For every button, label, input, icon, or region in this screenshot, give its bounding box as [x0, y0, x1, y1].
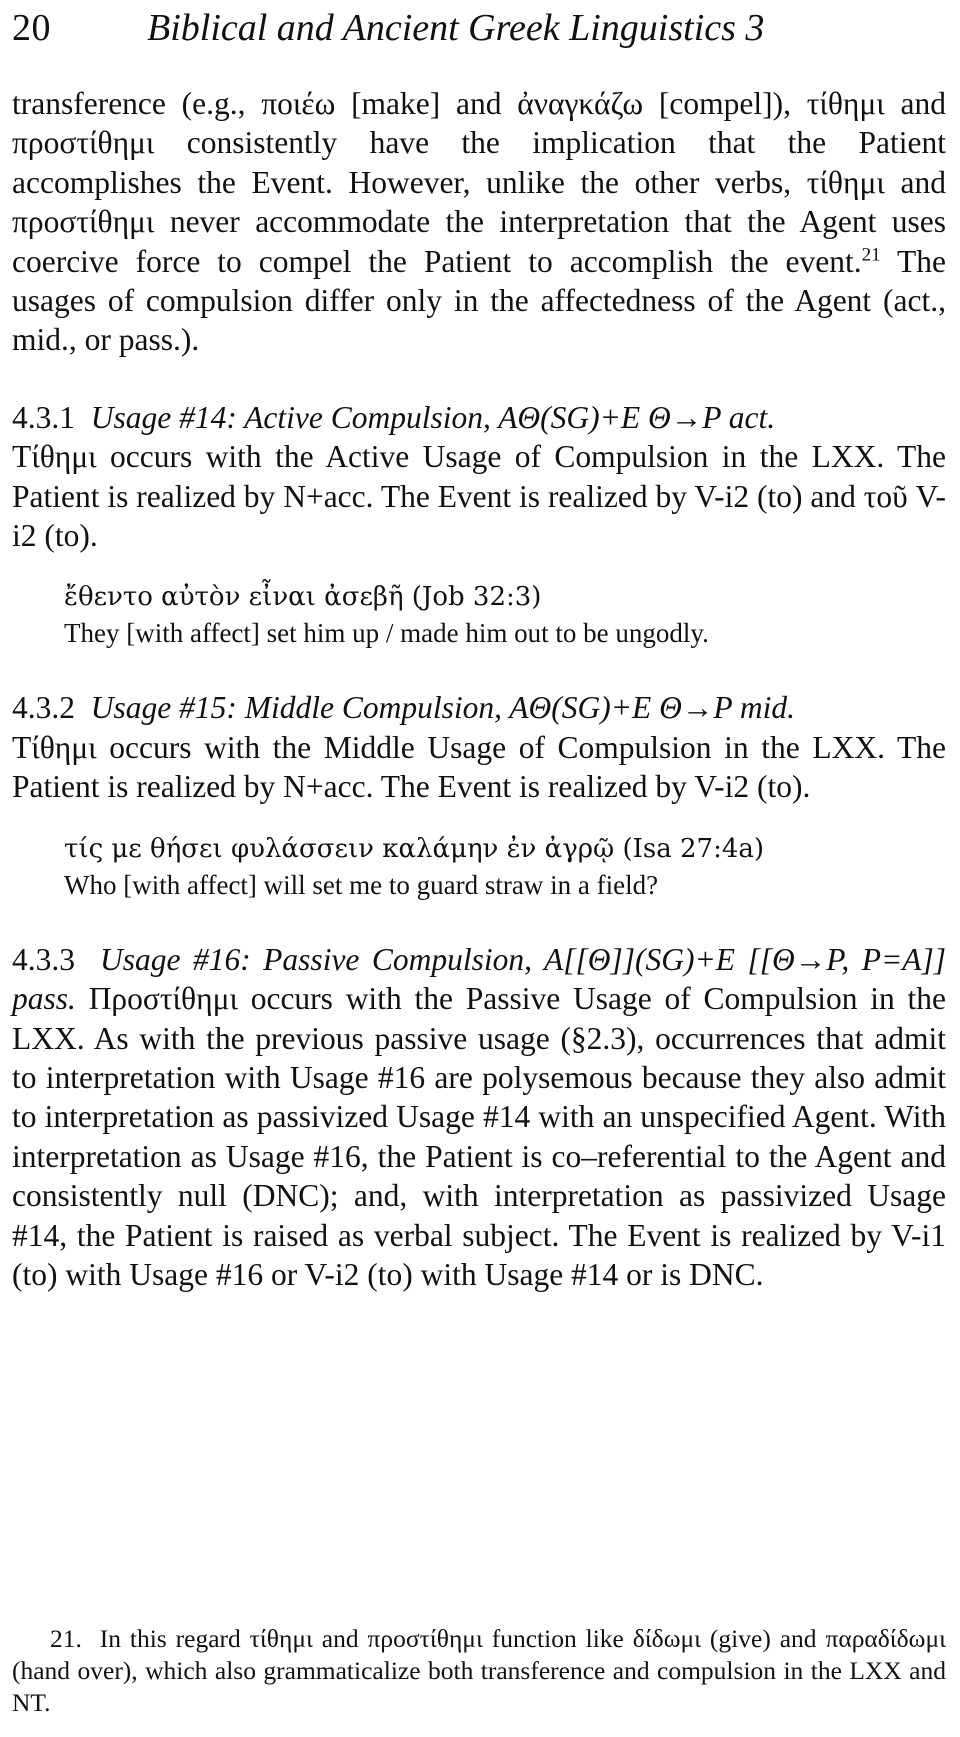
footnote-number: 21. [50, 1624, 82, 1653]
section-4-3-3: 4.3.3 Usage #16: Passive Compulsion, A[[… [12, 940, 946, 1295]
section-4-3-1-title: Usage #14: Active Compulsion, AΘ(SG)+E Θ… [90, 399, 776, 435]
example-greek-text: τίς με θήσει φυλάσσειν καλάμην ἐν ἀγρῷ (… [64, 833, 765, 864]
example-gloss-text: Who [with affect] will set me to guard s… [64, 869, 659, 900]
section-4-3-2-heading: 4.3.2 Usage #15: Middle Compulsion, AΘ(S… [12, 688, 946, 727]
section-4-3-1: 4.3.1 Usage #14: Active Compulsion, AΘ(S… [12, 398, 946, 651]
running-head-title: Biblical and Ancient Greek Linguistics 3 [147, 7, 765, 49]
example-gloss-text: They [with affect] set him up / made him… [64, 618, 709, 649]
section-4-3-3-number: 4.3.3 [12, 941, 75, 977]
paragraph-opening: transference (e.g., ποιέω [make] and ἀνα… [12, 84, 946, 360]
paragraph-opening-text: transference (e.g., ποιέω [make] and ἀνα… [12, 86, 946, 279]
running-head: 20 Biblical and Ancient Greek Linguistic… [12, 0, 946, 58]
section-4-3-3-body: Προστίθημι occurs with the Passive Usage… [12, 981, 947, 1292]
document-page: 20 Biblical and Ancient Greek Linguistic… [0, 0, 960, 1737]
section-4-3-3-heading: 4.3.3 Usage #16: Passive Compulsion, A[[… [12, 940, 946, 1295]
section-4-3-1-heading: 4.3.1 Usage #14: Active Compulsion, AΘ(S… [12, 398, 946, 437]
example-greek-text: ἔθεντο αὐτὸν εἶναι ἀσεβῆ (Job 32:3) [64, 582, 542, 613]
footnote-area: 21. In this regard τίθημι and προστίθημι… [12, 1623, 946, 1719]
example-isa-27-4a: τίς με θήσει φυλάσσειν καλάμην ἐν ἀγρῷ (… [12, 833, 946, 902]
footnote-text: In this regard τίθημι and προστίθημι fun… [12, 1624, 946, 1717]
section-4-3-2-number: 4.3.2 [12, 690, 75, 726]
footnote-reference-21: 21 [861, 244, 881, 266]
section-4-3-2-body: Τίθημι occurs with the Middle Usage of C… [12, 729, 946, 805]
section-4-3-2-title: Usage #15: Middle Compulsion, AΘ(SG)+E Θ… [90, 690, 796, 726]
section-4-3-1-body: Τίθημι occurs with the Active Usage of C… [12, 439, 946, 554]
footnote-21: 21. In this regard τίθημι and προστίθημι… [12, 1623, 946, 1719]
example-job-32-3: ἔθεντο αὐτὸν εἶναι ἀσεβῆ (Job 32:3) They… [12, 581, 946, 650]
page-number: 20 [12, 7, 51, 49]
section-4-3-2: 4.3.2 Usage #15: Middle Compulsion, AΘ(S… [12, 688, 946, 901]
section-4-3-1-number: 4.3.1 [12, 399, 75, 435]
